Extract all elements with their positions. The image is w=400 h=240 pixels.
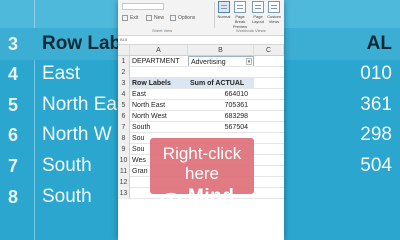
background-row-label: East: [42, 63, 81, 84]
normal-view-button[interactable]: Normal: [216, 1, 232, 19]
brand-name-line2: Luster: [188, 208, 250, 229]
row-header[interactable]: 12: [118, 177, 130, 188]
background-row-value: 361: [360, 94, 392, 115]
background-row-number: 3: [8, 34, 19, 54]
background-row-label: South: [42, 186, 92, 207]
filter-dropdown-icon[interactable]: ▾: [246, 58, 252, 65]
background-row-label: South: [42, 155, 92, 176]
column-header-b[interactable]: B: [188, 45, 254, 56]
sheet-view-group-label: Sheet View: [152, 28, 173, 33]
formula-bar: B15: [118, 36, 284, 45]
new-sheet-view-button[interactable]: New: [146, 14, 164, 22]
row-header[interactable]: 3: [118, 78, 130, 89]
row-header[interactable]: 1: [118, 56, 130, 67]
page-break-preview-button[interactable]: Page Break Preview: [232, 1, 248, 29]
exit-icon: [122, 15, 128, 21]
row-header[interactable]: 7: [118, 122, 130, 133]
page-layout-icon: [252, 1, 264, 13]
brain-icon: [158, 192, 184, 221]
row-header[interactable]: 2: [118, 67, 130, 78]
background-row-label: North W: [42, 124, 112, 145]
background-row-value: AL: [366, 33, 392, 54]
new-view-icon: [146, 15, 152, 21]
sheet-view-options-button[interactable]: Options: [170, 14, 195, 22]
name-box[interactable]: B15: [120, 37, 127, 42]
row-header[interactable]: 4: [118, 89, 130, 100]
row-header[interactable]: 5: [118, 100, 130, 111]
row-header[interactable]: 6: [118, 111, 130, 122]
column-header-c[interactable]: C: [254, 45, 284, 56]
exit-sheet-view-button[interactable]: Exit: [122, 14, 138, 22]
column-header-a[interactable]: A: [130, 45, 188, 56]
sheet-view-dropdown[interactable]: [122, 3, 164, 10]
row-header[interactable]: 8: [118, 133, 130, 144]
ribbon-view-tab: Exit New Options Sheet View Normal Page …: [118, 0, 284, 36]
mind-luster-logo: Mind Luster: [156, 186, 266, 236]
background-row-number: 4: [8, 64, 19, 84]
workbook-views-group-label: Workbook Views: [236, 28, 266, 33]
brand-name-line1: Mind: [188, 186, 235, 207]
row-header[interactable]: 11: [118, 166, 130, 177]
background-row-value: 298: [360, 124, 392, 145]
normal-view-icon: [218, 1, 230, 13]
row-header[interactable]: 9: [118, 144, 130, 155]
row-header[interactable]: 10: [118, 155, 130, 166]
page-layout-button[interactable]: Page Layout: [250, 1, 266, 24]
row-header[interactable]: 13: [118, 188, 130, 199]
page-break-icon: [234, 1, 246, 13]
custom-views-button[interactable]: Custom Views: [266, 1, 282, 24]
select-all-corner[interactable]: [118, 45, 130, 56]
background-row-number: 5: [8, 95, 19, 115]
options-icon: [170, 15, 176, 21]
ribbon-separator: [214, 2, 215, 28]
background-row-number: 7: [8, 156, 19, 176]
background-row-value: 010: [360, 63, 392, 84]
background-row-value: 504: [360, 155, 392, 176]
custom-views-icon: [268, 1, 280, 13]
background-row-number: 6: [8, 125, 19, 145]
background-row-number: 8: [8, 187, 19, 207]
